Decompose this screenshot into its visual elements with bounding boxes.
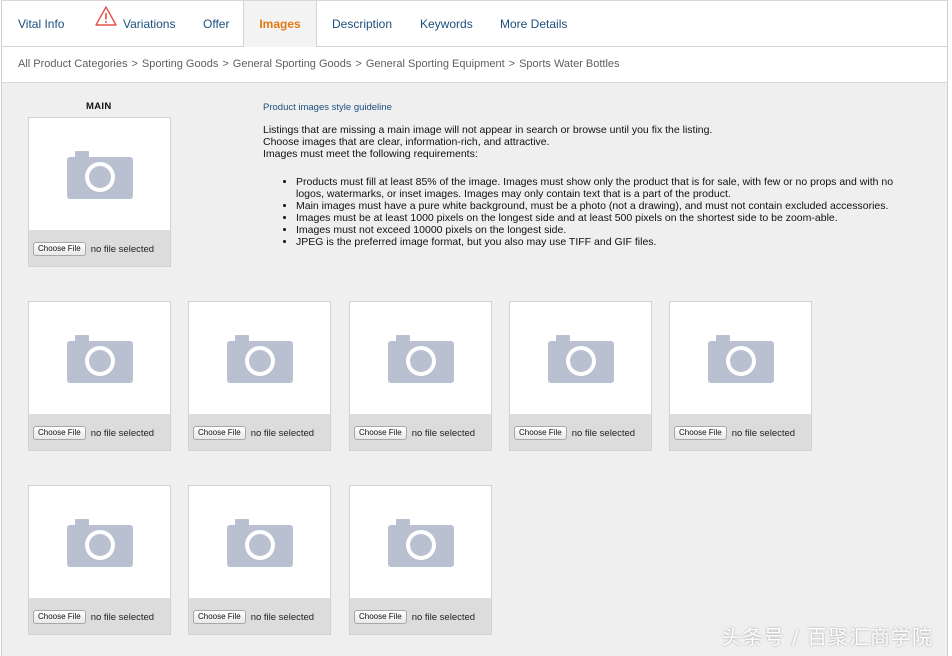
guideline-intro: Listings that are missing a main image w… <box>263 124 713 136</box>
image-preview <box>350 486 491 598</box>
image-slot: Choose File no file selected <box>28 485 171 635</box>
guideline-intro: Images must meet the following requireme… <box>263 148 478 160</box>
listing-editor: Vital Info Variations Offer Images Descr… <box>1 0 948 656</box>
tab-label: Description <box>332 17 393 31</box>
requirements-list: Products must fill at least 85% of the i… <box>296 176 913 248</box>
image-preview <box>510 302 651 414</box>
breadcrumb-item[interactable]: Sporting Goods <box>142 58 218 70</box>
file-input: Choose File no file selected <box>674 426 795 440</box>
breadcrumb-separator: > <box>508 58 516 70</box>
breadcrumb-bar: All Product Categories > Sporting Goods > Ge… <box>2 47 947 83</box>
choose-file-button[interactable]: Choose File <box>33 242 86 256</box>
image-guidelines: Listings that are missing a main image w… <box>263 124 913 248</box>
file-input: Choose File no file selected <box>193 426 314 440</box>
file-input: Choose File no file selected <box>193 610 314 624</box>
tab-bar: Vital Info Variations Offer Images Descr… <box>2 0 947 49</box>
file-status: no file selected <box>731 427 796 439</box>
camera-icon <box>708 335 774 388</box>
requirement-item: Main images must have a pure white backg… <box>296 200 913 212</box>
tab-description[interactable]: Description <box>316 1 408 48</box>
file-status: no file selected <box>90 611 155 623</box>
tab-label: Offer <box>203 17 230 31</box>
breadcrumb-item[interactable]: General Sporting Equipment <box>366 58 505 70</box>
tab-more-details[interactable]: More Details <box>484 1 583 48</box>
file-status: no file selected <box>571 427 636 439</box>
image-preview <box>29 302 170 414</box>
tab-label: More Details <box>500 17 568 31</box>
file-status: no file selected <box>250 611 315 623</box>
style-guideline-link[interactable]: Product images style guideline <box>263 102 392 113</box>
camera-icon <box>227 519 293 572</box>
tab-vital-info[interactable]: Vital Info <box>2 1 80 48</box>
choose-file-button[interactable]: Choose File <box>193 610 246 624</box>
tab-keywords[interactable]: Keywords <box>404 1 489 48</box>
tab-label: Vital Info <box>18 17 65 31</box>
watermark: 头条号 / 百聚汇商学院 <box>721 625 933 649</box>
choose-file-button[interactable]: Choose File <box>33 610 86 624</box>
tab-label: Images <box>259 17 301 31</box>
image-slot: Choose File no file selected <box>509 301 652 451</box>
image-slot: Choose File no file selected <box>349 485 492 635</box>
choose-file-button[interactable]: Choose File <box>354 610 407 624</box>
camera-icon <box>388 519 454 572</box>
breadcrumb-separator: > <box>222 58 229 70</box>
image-slot: Choose File no file selected <box>188 301 331 451</box>
choose-file-button[interactable]: Choose File <box>193 426 246 440</box>
file-input: Choose File no file selected <box>33 242 154 256</box>
camera-icon <box>67 335 133 388</box>
camera-icon <box>67 151 133 204</box>
file-input: Choose File no file selected <box>33 426 154 440</box>
tab-images[interactable]: Images <box>243 1 317 49</box>
requirement-item: Images must not exceed 10000 pixels on t… <box>296 224 913 236</box>
file-status: no file selected <box>411 427 476 439</box>
file-status: no file selected <box>90 243 155 255</box>
choose-file-button[interactable]: Choose File <box>33 426 86 440</box>
image-preview <box>189 486 330 598</box>
file-input: Choose File no file selected <box>354 610 475 624</box>
file-status: no file selected <box>90 427 155 439</box>
requirement-item: JPEG is the preferred image format, but … <box>296 236 913 248</box>
breadcrumb-separator: > <box>131 58 138 70</box>
image-preview <box>29 118 170 230</box>
camera-icon <box>388 335 454 388</box>
breadcrumb-item[interactable]: General Sporting Goods <box>233 58 352 70</box>
warning-icon <box>95 0 117 46</box>
tab-label: Variations <box>123 17 176 31</box>
image-slot: Choose File no file selected <box>188 485 331 635</box>
tab-variations[interactable]: Variations <box>79 1 191 48</box>
image-preview <box>189 302 330 414</box>
camera-icon <box>67 519 133 572</box>
file-input: Choose File no file selected <box>514 426 635 440</box>
file-input: Choose File no file selected <box>33 610 154 624</box>
breadcrumb-item[interactable]: Sports Water Bottles <box>519 58 619 70</box>
image-slot: Choose File no file selected <box>349 301 492 451</box>
guideline-intro: Choose images that are clear, informatio… <box>263 136 550 148</box>
file-input: Choose File no file selected <box>354 426 475 440</box>
image-preview <box>670 302 811 414</box>
image-slot: Choose File no file selected <box>669 301 812 451</box>
requirement-item: Products must fill at least 85% of the i… <box>296 176 913 200</box>
image-preview <box>350 302 491 414</box>
camera-icon <box>548 335 614 388</box>
file-status: no file selected <box>411 611 476 623</box>
breadcrumb: All Product Categories > Sporting Goods > Ge… <box>18 58 620 70</box>
tab-label: Keywords <box>420 17 473 31</box>
requirement-item: Images must be at least 1000 pixels on t… <box>296 212 913 224</box>
file-status: no file selected <box>250 427 315 439</box>
choose-file-button[interactable]: Choose File <box>514 426 567 440</box>
choose-file-button[interactable]: Choose File <box>674 426 727 440</box>
image-preview <box>29 486 170 598</box>
breadcrumb-item[interactable]: All Product Categories <box>18 58 127 70</box>
main-image-label: MAIN <box>86 101 112 112</box>
choose-file-button[interactable]: Choose File <box>354 426 407 440</box>
breadcrumb-separator: > <box>355 58 362 70</box>
image-slot: Choose File no file selected <box>28 301 171 451</box>
main-image-slot: Choose File no file selected <box>28 117 171 267</box>
tab-offer[interactable]: Offer <box>187 1 245 48</box>
camera-icon <box>227 335 293 388</box>
